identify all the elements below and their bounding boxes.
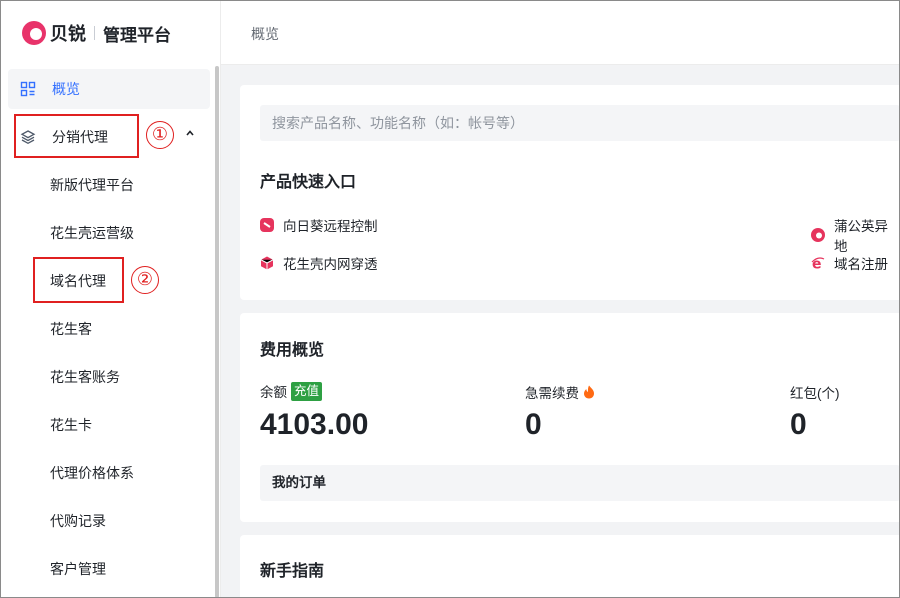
redpacket-label: 红包(个) (790, 386, 840, 401)
renewal-value[interactable]: 0 (525, 408, 542, 442)
fee-overview-title: 费用概览 (260, 342, 325, 359)
quick-entry-title: 产品快速入口 (260, 174, 357, 191)
annotation-number-2: ② (131, 266, 159, 294)
flame-icon (583, 385, 595, 399)
dashboard-icon (20, 81, 36, 97)
sidebar-item-huasheng-card[interactable]: 花生卡 (50, 413, 92, 437)
quick-link-label: 蒲公英异地 (834, 219, 888, 254)
sidebar-item-huashengke[interactable]: 花生客 (50, 317, 92, 341)
quick-entry-card: 产品快速入口 向日葵远程控制 蒲公英异地 花生壳内网穿透 e 域名注册 (240, 85, 900, 300)
ie-icon: e (811, 256, 825, 270)
sidebar-scrollbar[interactable] (215, 66, 219, 598)
quick-link-sunlogin[interactable]: 向日葵远程控制 (260, 215, 378, 235)
recharge-button[interactable]: 充值 (291, 381, 323, 401)
sidebar-item-label: 概览 (52, 81, 80, 97)
cube-icon (260, 256, 274, 270)
balance-label: 余额 (260, 385, 287, 400)
quick-link-pgy[interactable]: 蒲公英异地 (811, 215, 900, 255)
quick-link-phddns[interactable]: 花生壳内网穿透 (260, 253, 378, 273)
top-bar: 概览 (221, 0, 900, 65)
brand-subtitle: 管理平台 (103, 25, 171, 45)
my-orders-row[interactable]: 我的订单 (260, 465, 900, 501)
annotation-box-1 (14, 114, 139, 158)
brand-logo[interactable]: 贝锐 管理平台 (22, 19, 171, 47)
quick-link-domain[interactable]: e 域名注册 (811, 253, 888, 273)
fee-overview-card: 费用概览 余额 充值 4103.00 急需续费 0 红包(个) 0 我的订单 (240, 313, 900, 522)
chevron-up-icon[interactable] (185, 128, 195, 138)
pgy-icon (811, 228, 825, 242)
sidebar-item-customer-mgmt[interactable]: 客户管理 (50, 557, 106, 581)
balance-label-row: 余额 充值 (260, 381, 323, 401)
quick-link-label: 向日葵远程控制 (283, 219, 378, 234)
balance-value: 4103.00 (260, 408, 369, 441)
quick-link-label: 域名注册 (834, 257, 888, 272)
renewal-label: 急需续费 (525, 386, 579, 401)
annotation-box-2 (33, 257, 124, 303)
guide-title: 新手指南 (260, 563, 325, 580)
sunflower-icon (260, 218, 274, 232)
search-input[interactable] (260, 105, 900, 141)
redpacket-label-row: 红包(个) (790, 382, 840, 402)
sidebar-item-agent-pricing[interactable]: 代理价格体系 (50, 461, 134, 485)
my-orders-label: 我的订单 (272, 475, 326, 490)
redpacket-value[interactable]: 0 (790, 408, 807, 442)
sidebar-item-huashengke-billing[interactable]: 花生客账务 (50, 365, 120, 389)
quick-link-label: 花生壳内网穿透 (283, 257, 378, 272)
sidebar-item-phddns-ops[interactable]: 花生壳运营级 (50, 221, 134, 245)
brand-name: 贝锐 (50, 24, 86, 44)
brand-logo-icon (22, 21, 46, 45)
sidebar-item-purchase-records[interactable]: 代购记录 (50, 509, 106, 533)
renewal-label-row: 急需续费 (525, 382, 595, 402)
sidebar-item-new-agent-platform[interactable]: 新版代理平台 (50, 173, 134, 197)
breadcrumb[interactable]: 概览 (251, 24, 279, 44)
sidebar-item-overview[interactable]: 概览 (8, 69, 210, 109)
logo-divider (94, 26, 95, 40)
annotation-number-1: ① (146, 121, 174, 149)
guide-card: 新手指南 (240, 535, 900, 598)
